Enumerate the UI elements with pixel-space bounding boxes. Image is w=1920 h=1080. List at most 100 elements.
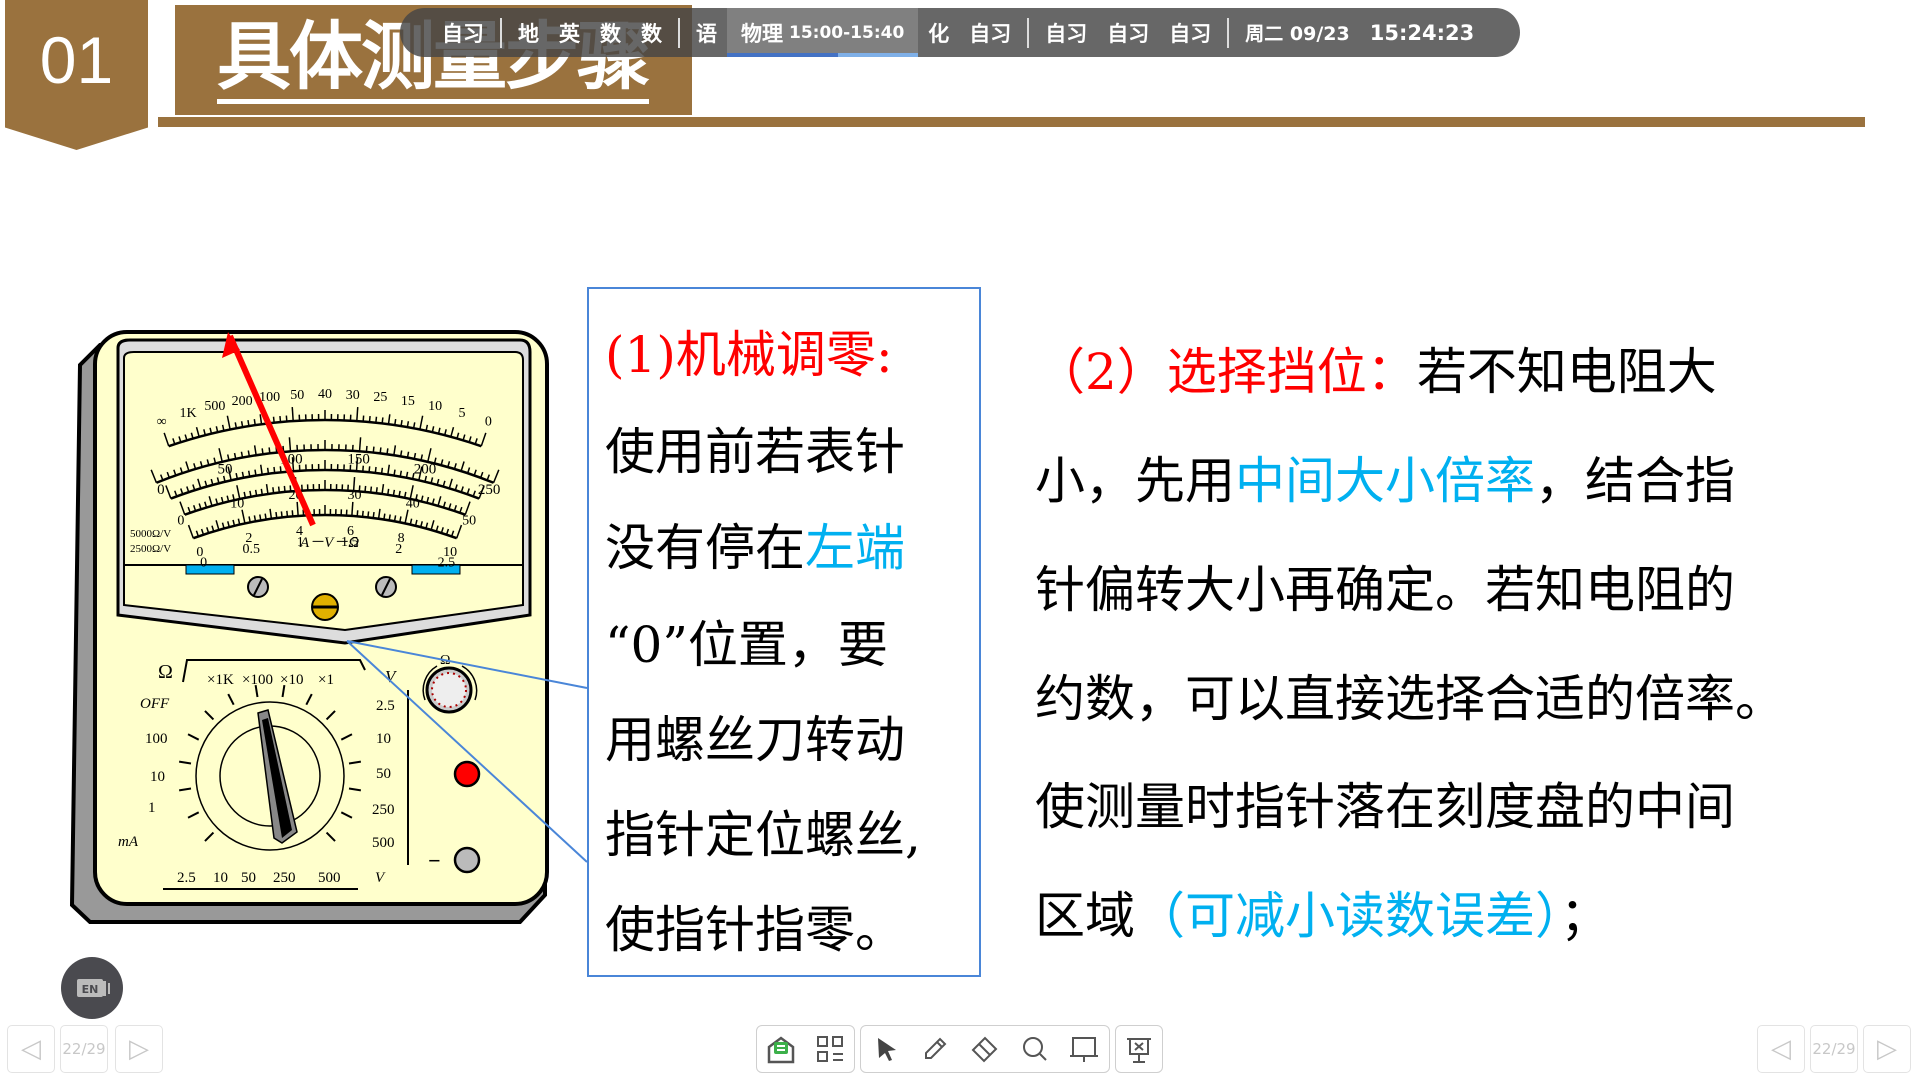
scale-label: 1K xyxy=(179,406,196,421)
step1-line: 指针定位螺丝, xyxy=(605,806,921,864)
scale-tick xyxy=(277,486,281,493)
pointer-icon[interactable] xyxy=(869,1032,903,1066)
scale-label: 250 xyxy=(478,482,501,498)
range-label: 500 xyxy=(318,870,341,886)
scale-tick xyxy=(352,476,356,492)
range-label: 10 xyxy=(376,731,391,747)
scale-label: 500 xyxy=(204,399,225,414)
input-method-button[interactable]: EN xyxy=(61,957,123,1019)
scale-label: 200 xyxy=(414,462,437,478)
step2-highlight: （可减小读数误差） xyxy=(1135,887,1560,945)
scale-label: 5 xyxy=(458,406,465,421)
step2-text: 若不知电阻大 xyxy=(1416,343,1717,401)
step2-text: 针偏转大小再确定。若知电阻的 xyxy=(1035,561,1735,619)
step1-line: 使用前若表针 xyxy=(605,423,905,481)
range-label: 250 xyxy=(372,802,395,818)
page-indicator[interactable]: 22/29 xyxy=(60,1025,108,1073)
scale-tick xyxy=(289,485,292,492)
range-label: ×1 xyxy=(318,672,334,688)
scale-tick xyxy=(374,466,377,474)
scale-tick xyxy=(367,511,370,518)
negative-jack[interactable] xyxy=(453,846,481,874)
step1-highlight: 左端 xyxy=(805,519,905,577)
page-indicator[interactable]: 22/29 xyxy=(1810,1025,1858,1073)
scale-tick xyxy=(264,513,267,520)
scale-label: 40 xyxy=(318,387,332,402)
prev-page-button[interactable]: ◁ xyxy=(7,1025,55,1073)
scale-tick xyxy=(361,510,364,517)
scale-tick xyxy=(368,416,371,423)
scale-label: ∞ xyxy=(157,414,167,429)
scale-tick xyxy=(355,457,359,472)
scale-tick xyxy=(356,407,359,422)
scale-tick xyxy=(268,447,271,454)
chevron-right-icon: ▷ xyxy=(129,1034,149,1064)
keyboard-language-icon: EN xyxy=(77,979,110,997)
toolbar-group-tools xyxy=(860,1025,1110,1073)
scale-tick xyxy=(388,514,391,521)
step1-line: “0”位置，要 xyxy=(605,616,888,674)
scale-tick xyxy=(393,515,397,522)
homework-icon[interactable] xyxy=(764,1032,798,1066)
step2-highlight: 中间大小倍率 xyxy=(1235,452,1535,510)
scale-label: 0 xyxy=(157,482,165,498)
step2-heading: （2）选择挡位： xyxy=(1035,343,1417,401)
range-label: 50 xyxy=(376,766,391,782)
step2-text: 约数，可以直接选择合适的倍率。 xyxy=(1035,670,1785,728)
positive-jack[interactable] xyxy=(453,760,481,788)
eraser-icon[interactable] xyxy=(968,1032,1002,1066)
range-label: 50 xyxy=(241,870,256,886)
next-page-button[interactable]: ▷ xyxy=(115,1025,163,1073)
next-page-button[interactable]: ▷ xyxy=(1863,1025,1911,1073)
sensitivity-label: 5000Ω/V xyxy=(130,528,171,540)
scale-tick xyxy=(393,469,396,476)
toolbar-group-apps xyxy=(756,1025,855,1073)
exit-presentation-icon[interactable] xyxy=(1122,1032,1156,1066)
scale-tick xyxy=(291,510,294,517)
range-label: 500 xyxy=(372,835,395,851)
step2-text: ； xyxy=(1560,887,1610,945)
scale-label: 50 xyxy=(462,514,476,529)
search-icon[interactable] xyxy=(1018,1032,1052,1066)
scale-tick xyxy=(266,467,270,474)
whiteboard-icon[interactable] xyxy=(1067,1032,1101,1066)
apps-grid-icon[interactable] xyxy=(813,1032,847,1066)
pen-icon[interactable] xyxy=(918,1032,952,1066)
step1-line: 使指针指零。 xyxy=(605,901,905,959)
range-label: mA xyxy=(118,834,139,850)
scale-unit-label: A－V－Ω xyxy=(299,535,359,551)
scale-tick xyxy=(247,470,251,477)
range-label: OFF xyxy=(140,696,170,712)
range-label: 2.5 xyxy=(376,698,395,714)
step1-line: 用螺丝刀转动 xyxy=(605,711,905,769)
scale-tick xyxy=(406,421,410,428)
scale-tick xyxy=(260,488,264,495)
scale-tick xyxy=(280,511,283,518)
step2-text: 小，先用 xyxy=(1035,452,1235,510)
scale-tick xyxy=(283,485,286,493)
scale-tick xyxy=(368,466,371,473)
svg-text:EN: EN xyxy=(82,983,99,996)
scale-tick xyxy=(247,450,251,457)
range-label: ×100 xyxy=(242,672,273,688)
chevron-left-icon: ◁ xyxy=(1771,1034,1791,1064)
scale-tick xyxy=(358,437,362,452)
scale-tick xyxy=(380,467,384,474)
scale-tick xyxy=(381,417,384,424)
scale-tick xyxy=(240,421,244,428)
scale-label: 10 xyxy=(428,399,442,414)
mirror-strip xyxy=(185,564,235,575)
range-label: 250 xyxy=(273,870,296,886)
scale-label: 15 xyxy=(401,394,415,409)
chevron-left-icon: ◁ xyxy=(21,1034,41,1064)
scale-tick xyxy=(272,416,275,423)
scale-tick xyxy=(386,448,389,455)
scale-tick xyxy=(372,511,375,519)
range-label: 2.5 xyxy=(177,870,196,886)
scale-tick xyxy=(362,465,365,472)
prev-page-button[interactable]: ◁ xyxy=(1757,1025,1805,1073)
range-label: ×10 xyxy=(280,672,303,688)
scale-tick xyxy=(386,488,390,495)
scale-label: 0.5 xyxy=(242,542,260,557)
scale-label: 0 xyxy=(200,555,207,570)
